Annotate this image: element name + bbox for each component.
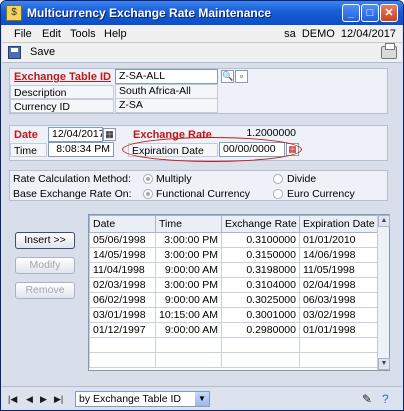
multiply-label: Multiply xyxy=(156,173,192,185)
cell-rate: 0.3001000 xyxy=(220,307,300,323)
menu-tools[interactable]: Tools xyxy=(70,28,96,40)
cell-time: 3:00:00 PM xyxy=(155,232,222,248)
calendar-icon[interactable]: ▦ xyxy=(103,128,116,141)
cell-expiration: 02/04/1998 xyxy=(298,277,379,293)
insert-button[interactable]: Insert >> xyxy=(15,232,75,249)
time-label: Time xyxy=(10,143,47,157)
maximize-button[interactable]: □ xyxy=(361,4,379,22)
empty-row[interactable] xyxy=(89,337,379,353)
cell-time: 10:15:00 AM xyxy=(155,307,222,323)
menu-file[interactable]: File xyxy=(14,28,32,40)
date-label: Date xyxy=(14,129,38,141)
col-header-date[interactable]: Date xyxy=(89,215,156,233)
next-record-icon[interactable]: ▶ xyxy=(40,394,47,405)
cell-expiration: 01/01/2010 xyxy=(298,232,379,248)
euro-currency-radio[interactable] xyxy=(273,189,283,199)
base-rate-label: Base Exchange Rate On: xyxy=(13,188,132,200)
exchange-table-id-field[interactable]: Z-SA-ALL xyxy=(115,69,218,84)
window-title: Multicurrency Exchange Rate Maintenance xyxy=(27,6,272,20)
empty-row[interactable] xyxy=(89,352,379,368)
save-icon xyxy=(8,46,21,59)
cell-date: 02/03/1998 xyxy=(89,277,156,293)
cell-expiration: 06/03/1998 xyxy=(298,292,379,308)
cell-rate: 0.3100000 xyxy=(220,232,300,248)
cell-expiration: 01/01/1998 xyxy=(298,322,379,338)
table-row[interactable]: 06/02/1998 9:00:00 AM 0.3025000 06/03/1998 xyxy=(89,292,379,308)
cell-expiration: 11/05/1998 xyxy=(298,262,379,278)
chevron-down-icon[interactable]: ▼ xyxy=(195,392,209,406)
divide-radio[interactable] xyxy=(273,174,283,184)
table-row[interactable]: 03/01/1998 10:15:00 AM 0.3001000 03/02/1998 xyxy=(89,307,379,323)
col-header-expiration[interactable]: Expiration Date xyxy=(298,215,379,233)
previous-record-icon[interactable]: ◀ xyxy=(26,394,33,405)
user-info: sa DEMO 12/04/2017 xyxy=(284,28,396,40)
exchange-table-id-label[interactable]: Exchange Table ID xyxy=(11,70,114,84)
cell-rate: 0.2980000 xyxy=(220,322,300,338)
scroll-down-icon[interactable]: ▼ xyxy=(378,358,390,370)
highlight-oval xyxy=(122,137,302,162)
divide-label: Divide xyxy=(287,173,317,185)
menu-edit[interactable]: Edit xyxy=(42,28,61,40)
currency-id-label: Currency ID xyxy=(10,99,114,113)
currency-id-value: Z-SA xyxy=(115,98,218,113)
toolbar: Save xyxy=(2,43,402,63)
cell-rate: 0.3198000 xyxy=(220,262,300,278)
cell-date: 01/12/1997 xyxy=(89,322,156,338)
cell-time: 3:00:00 PM xyxy=(155,277,222,293)
rates-table: Date Time Exchange Rate Expiration Date … xyxy=(89,215,379,368)
note-icon[interactable]: ✎ xyxy=(362,392,372,406)
col-header-time[interactable]: Time xyxy=(155,215,222,233)
menu-bar: File Edit Tools Help sa DEMO 12/04/2017 xyxy=(2,25,402,43)
menu-help[interactable]: Help xyxy=(104,28,127,40)
sort-by-value: by Exchange Table ID xyxy=(79,393,181,405)
save-label: Save xyxy=(30,46,56,58)
lookup-icon[interactable]: 🔍 xyxy=(221,70,234,83)
remove-button[interactable]: Remove xyxy=(15,282,75,299)
first-record-icon[interactable]: |◀ xyxy=(8,394,17,405)
cell-date: 05/06/1998 xyxy=(89,232,156,248)
cell-rate: 0.3104000 xyxy=(220,277,300,293)
cell-date: 14/05/1998 xyxy=(89,247,156,263)
exchange-rate-window: $ Multicurrency Exchange Rate Maintenanc… xyxy=(0,0,404,411)
cell-date: 11/04/1998 xyxy=(89,262,156,278)
description-value: South Africa-All xyxy=(115,84,218,99)
title-bar[interactable]: $ Multicurrency Exchange Rate Maintenanc… xyxy=(1,1,403,25)
minimize-button[interactable]: _ xyxy=(342,4,360,22)
calc-method-label: Rate Calculation Method: xyxy=(13,173,131,185)
cell-expiration: 03/02/1998 xyxy=(298,307,379,323)
cell-time: 9:00:00 AM xyxy=(155,292,222,308)
cell-expiration: 14/06/1998 xyxy=(298,247,379,263)
new-document-icon[interactable]: ▫ xyxy=(235,70,248,83)
col-header-rate[interactable]: Exchange Rate xyxy=(220,215,300,233)
table-row[interactable]: 11/04/1998 9:00:00 AM 0.3198000 11/05/1998 xyxy=(89,262,379,278)
app-icon: $ xyxy=(6,5,22,21)
description-label: Description xyxy=(10,85,114,99)
cell-time: 9:00:00 AM xyxy=(155,262,222,278)
functional-currency-radio[interactable] xyxy=(143,189,153,199)
help-icon[interactable]: ? xyxy=(382,392,389,406)
grid-scrollbar[interactable]: ▲ ▼ xyxy=(377,215,390,370)
functional-currency-label: Functional Currency xyxy=(156,188,250,200)
modify-button[interactable]: Modify xyxy=(15,257,75,274)
multiply-radio[interactable] xyxy=(143,174,153,184)
cell-time: 9:00:00 AM xyxy=(155,322,222,338)
date-field[interactable]: 12/04/2017 xyxy=(48,127,103,142)
cell-rate: 0.3025000 xyxy=(220,292,300,308)
print-icon[interactable] xyxy=(381,43,397,59)
sort-by-dropdown[interactable]: by Exchange Table ID ▼ xyxy=(75,391,210,407)
close-button[interactable]: ✕ xyxy=(380,4,398,22)
status-bar: |◀ ◀ ▶ ▶| by Exchange Table ID ▼ ✎ ? xyxy=(2,386,402,410)
scroll-up-icon[interactable]: ▲ xyxy=(378,215,390,227)
euro-currency-label: Euro Currency xyxy=(287,188,355,200)
table-row[interactable]: 05/06/1998 3:00:00 PM 0.3100000 01/01/2010 xyxy=(89,232,379,248)
cell-date: 06/02/1998 xyxy=(89,292,156,308)
last-record-icon[interactable]: ▶| xyxy=(54,394,63,405)
cell-date: 03/01/1998 xyxy=(89,307,156,323)
cell-time: 3:00:00 PM xyxy=(155,247,222,263)
table-row[interactable]: 14/05/1998 3:00:00 PM 0.3150000 14/06/1998 xyxy=(89,247,379,263)
time-field[interactable]: 8:08:34 PM xyxy=(48,142,114,157)
table-row[interactable]: 01/12/1997 9:00:00 AM 0.2980000 01/01/1998 xyxy=(89,322,379,338)
table-row[interactable]: 02/03/1998 3:00:00 PM 0.3104000 02/04/1998 xyxy=(89,277,379,293)
cell-rate: 0.3150000 xyxy=(220,247,300,263)
